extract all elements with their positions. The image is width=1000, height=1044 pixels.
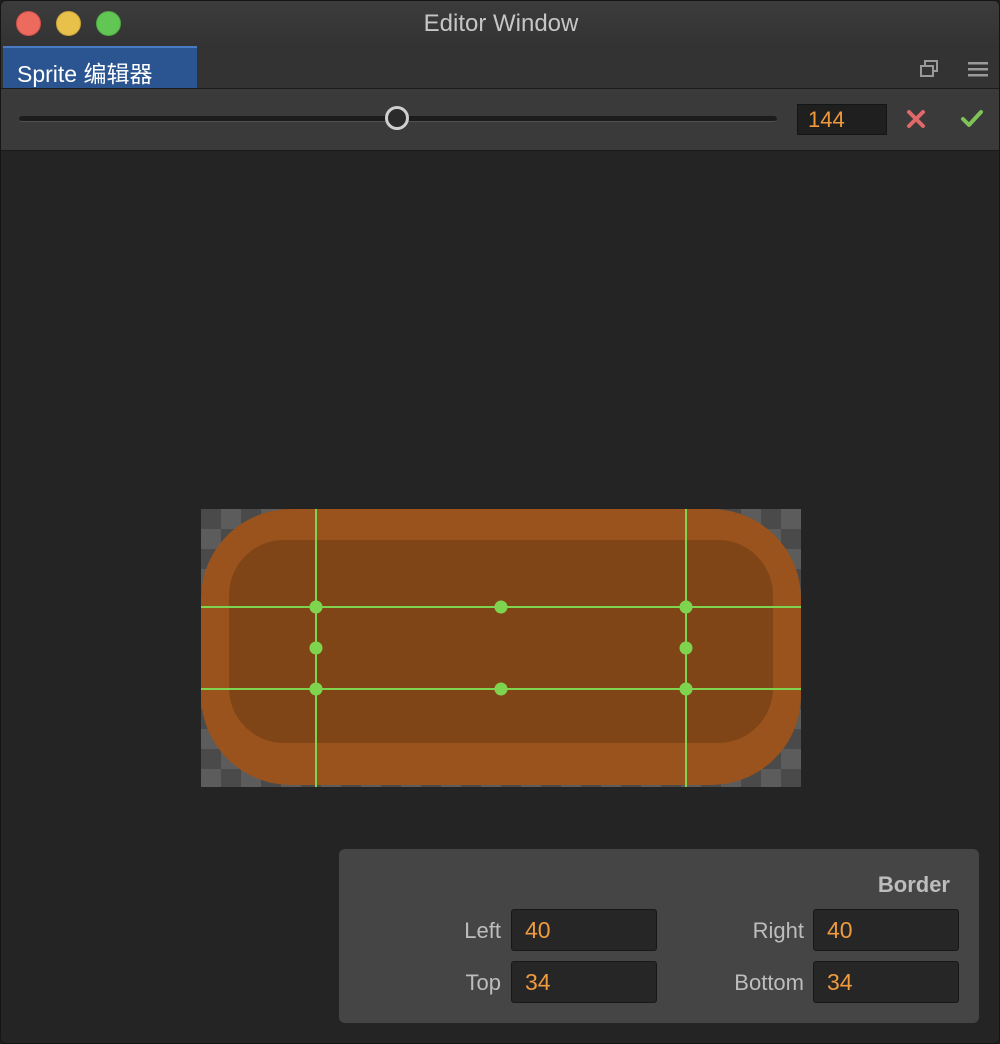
- top-left-handle[interactable]: [309, 600, 323, 614]
- top-border-field[interactable]: 34: [511, 961, 657, 1003]
- border-panel: Border Left 40 Right 40 Top 34 Bottom 34: [339, 849, 979, 1023]
- middle-left-handle[interactable]: [309, 641, 323, 655]
- border-panel-title: Border: [877, 872, 950, 897]
- tab-bar: Sprite 编辑器: [1, 45, 999, 89]
- window-title: Editor Window: [423, 10, 579, 37]
- bottom-left-handle[interactable]: [309, 682, 323, 696]
- top-center-handle[interactable]: [494, 600, 508, 614]
- title-bar[interactable]: Editor Window: [1, 1, 999, 46]
- top-label: Top: [465, 970, 501, 995]
- right-label: Right: [752, 918, 804, 943]
- tab-label: Sprite 编辑器: [17, 61, 153, 87]
- editor-window: Editor Window Sprite 编辑器 144 Border Left…: [0, 0, 1000, 1044]
- checkmark-icon[interactable]: [960, 107, 984, 131]
- left-label: Left: [464, 918, 501, 943]
- left-border-field[interactable]: 40: [511, 909, 657, 951]
- sprite-preview[interactable]: [201, 509, 801, 787]
- right-border-field[interactable]: 40: [813, 909, 959, 951]
- tab-sprite-editor[interactable]: Sprite 编辑器: [3, 46, 197, 88]
- bottom-center-handle[interactable]: [494, 682, 508, 696]
- bottom-right-handle[interactable]: [679, 682, 693, 696]
- bottom-label: Bottom: [734, 970, 804, 995]
- zoom-slider-handle[interactable]: [385, 106, 409, 130]
- hamburger-menu-icon[interactable]: [967, 59, 989, 79]
- middle-right-handle[interactable]: [679, 641, 693, 655]
- zoom-input[interactable]: 144: [797, 104, 887, 135]
- zoom-toolbar: 144: [1, 89, 999, 151]
- top-right-handle[interactable]: [679, 600, 693, 614]
- popout-window-icon[interactable]: [919, 59, 939, 79]
- bottom-border-field[interactable]: 34: [813, 961, 959, 1003]
- close-x-icon[interactable]: [905, 108, 927, 130]
- sprite-inner-shape: [229, 540, 773, 743]
